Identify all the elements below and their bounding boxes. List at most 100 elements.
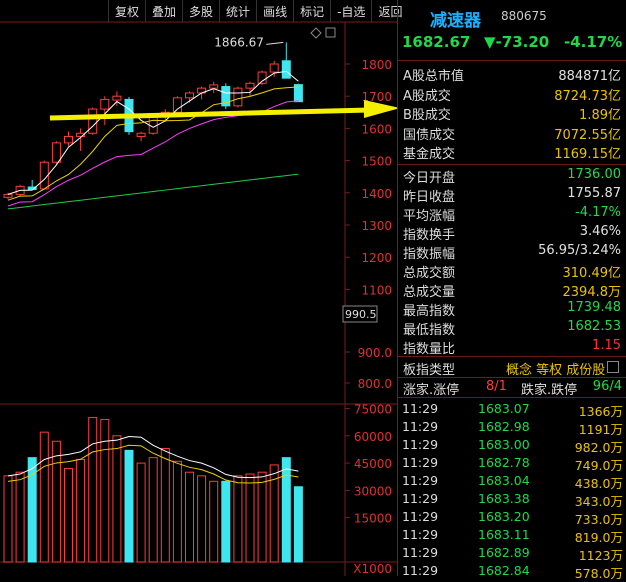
candle-body — [136, 132, 146, 137]
up-count-value: 8/1 — [486, 379, 507, 394]
price-tick-label: 1800 — [361, 58, 392, 72]
stat-value: 56.95/3.24% — [538, 243, 621, 258]
tick-row: 11:29 1682.89 1123万 — [398, 544, 626, 563]
down-count-label: 跌家.跌停 — [521, 383, 578, 398]
stat-label: 指数量比 — [403, 342, 456, 357]
high-price-annotation: 1866.67 — [214, 35, 264, 49]
volume-bar — [221, 480, 231, 563]
volume-bar — [197, 475, 207, 563]
tick-price: 1683.00 — [478, 437, 530, 452]
index-type-value: 概念 等权 成份股 — [506, 363, 606, 378]
volume-tick-label: 30000 — [354, 484, 392, 498]
volume-tick-label: 75000 — [354, 403, 392, 417]
current-value-label: 990.5 — [345, 308, 377, 321]
stat-value: 2394.8万 — [562, 285, 622, 300]
stat-label: A股总市值 — [403, 69, 464, 84]
volume-tick-label: 45000 — [354, 457, 392, 471]
tick-time: 11:29 — [402, 527, 439, 542]
index-type-label: 板指类型 — [403, 363, 456, 378]
toolbar-mark-button[interactable]: 标记 — [293, 0, 330, 22]
candle-body — [112, 95, 122, 101]
stat-value: 884871亿 — [558, 69, 621, 84]
stat-value: 3.46% — [579, 224, 621, 239]
price-tick-label: 1500 — [361, 155, 392, 169]
stat-row: 指数换手 3.46% — [398, 223, 626, 243]
stat-label: 指数振幅 — [403, 247, 456, 262]
tick-price: 1683.20 — [478, 509, 530, 524]
volume-bar — [3, 475, 13, 563]
volume-bar — [148, 457, 158, 563]
tick-price: 1683.07 — [478, 401, 530, 416]
toolbar-remove-watchlist-button[interactable]: -自选 — [330, 0, 371, 22]
tick-time: 11:29 — [402, 545, 439, 560]
tick-price: 1682.98 — [478, 419, 530, 434]
volume-bar — [233, 475, 243, 563]
divider — [398, 164, 626, 165]
price-tick-label: 1100 — [361, 283, 392, 297]
tick-row: 11:29 1683.38 343.0万 — [398, 490, 626, 509]
volume-unit-label: X1000 — [353, 562, 392, 576]
volume-tick-label: 15000 — [354, 512, 392, 526]
tick-time: 11:29 — [402, 437, 439, 452]
stat-row: 最低指数 1682.53 — [398, 318, 626, 338]
stat-label: 总成交额 — [403, 266, 456, 281]
stat-value: 7072.55亿 — [554, 127, 621, 143]
volume-bar — [51, 440, 61, 563]
stat-value: 1736.00 — [567, 167, 621, 182]
stock-change: ▼-73.20 — [484, 33, 550, 51]
volume-bar — [293, 486, 303, 563]
volume-bar — [88, 417, 98, 563]
tick-row: 11:29 1682.98 1191万 — [398, 418, 626, 437]
tick-row: 11:29 1683.11 819.0万 — [398, 526, 626, 545]
stat-value: 1.15 — [592, 338, 621, 353]
annotation-pointer — [266, 41, 284, 45]
tick-time: 11:29 — [402, 419, 439, 434]
volume-bar — [124, 449, 134, 563]
toolbar-statistics-button[interactable]: 统计 — [219, 0, 256, 22]
stat-label: 昨日收盘 — [403, 190, 456, 205]
candle-body — [88, 108, 98, 134]
stat-row: 总成交额 310.49亿 — [398, 261, 626, 281]
stat-value: 8724.73亿 — [554, 88, 621, 104]
tick-price: 1682.78 — [478, 455, 530, 470]
volume-bar — [209, 480, 219, 563]
stat-row: 最高指数 1739.48 — [398, 299, 626, 319]
list-icon[interactable] — [607, 361, 619, 373]
tick-row: 11:29 1683.00 982.0万 — [398, 436, 626, 455]
stat-row: 今日开盘 1736.00 — [398, 166, 626, 186]
window-icon — [325, 27, 336, 38]
stat-row: 指数量比 1.15 — [398, 337, 626, 357]
stat-row: 国债成交 7072.55亿 — [398, 123, 626, 143]
stat-row: 基金成交 1169.15亿 — [398, 142, 626, 163]
divider — [398, 60, 626, 61]
stat-label: 总成交量 — [403, 285, 456, 300]
toolbar-overlay-button[interactable]: 叠加 — [145, 0, 182, 22]
moving-average-line — [7, 86, 299, 201]
candle-body — [64, 135, 73, 144]
tick-volume: 578.0万 — [574, 566, 623, 581]
volume-bar — [15, 471, 25, 563]
candle-body — [172, 97, 182, 113]
toolbar-multi-stock-button[interactable]: 多股 — [182, 0, 219, 22]
kline-chart[interactable]: 18001700160015001400130012001100900.0800… — [0, 0, 397, 576]
volume-bar — [245, 473, 255, 563]
index-type-row[interactable]: 板指类型 概念 等权 成份股 — [398, 357, 626, 378]
price-tick-label: 900.0 — [358, 346, 392, 360]
stat-row: 平均涨幅 -4.17% — [398, 204, 626, 224]
volume-bar — [160, 448, 170, 563]
stock-code: 880675 — [501, 9, 547, 23]
price-tick-label: 1300 — [361, 219, 392, 233]
down-count-value: 96/4 — [592, 379, 622, 394]
stat-row: 总成交量 2394.8万 — [398, 280, 626, 300]
tick-row: 11:29 1682.84 578.0万 — [398, 562, 626, 581]
stock-name: 减速器 — [430, 11, 481, 31]
up-count-label: 涨家.涨停 — [403, 383, 460, 398]
stat-value: 1169.15亿 — [554, 147, 621, 163]
stat-value: 1.89亿 — [579, 108, 621, 124]
tick-time: 11:29 — [402, 473, 439, 488]
toolbar-restore-rights-button[interactable]: 复权 — [108, 0, 145, 22]
stat-value: 1682.53 — [567, 319, 621, 334]
candle-body — [233, 87, 243, 107]
toolbar-draw-line-button[interactable]: 画线 — [256, 0, 293, 22]
volume-tick-label: 60000 — [354, 430, 392, 444]
